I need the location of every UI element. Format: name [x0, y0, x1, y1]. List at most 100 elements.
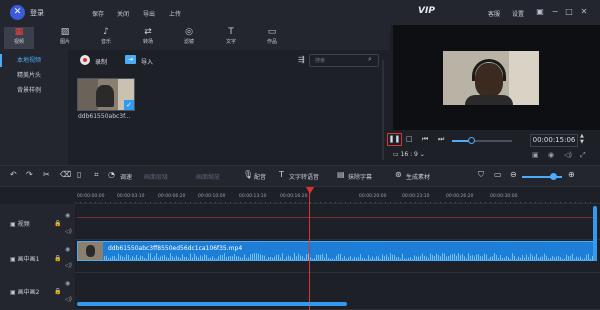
- waveform-bar: [228, 256, 229, 260]
- fullscreen-icon[interactable]: ⤢: [580, 151, 586, 160]
- video-track[interactable]: [75, 204, 600, 240]
- redo-icon[interactable]: ↷: [26, 170, 33, 179]
- tab-text[interactable]: T 文字: [216, 27, 246, 49]
- waveform-bar: [546, 255, 547, 260]
- playhead[interactable]: [309, 188, 310, 310]
- undo-icon[interactable]: ↶: [10, 170, 17, 179]
- waveform-bar: [330, 258, 331, 260]
- login-link[interactable]: 登录: [30, 8, 44, 18]
- waveform-bar: [574, 258, 575, 260]
- eye-icon[interactable]: ◉: [65, 212, 70, 219]
- menu-save[interactable]: 保存: [92, 9, 104, 18]
- remove-subtitle-button[interactable]: 抹除字幕: [348, 172, 372, 181]
- maximize-icon[interactable]: □: [564, 7, 574, 17]
- tab-filter[interactable]: ◎ 滤镜: [174, 27, 204, 49]
- zoom-button[interactable]: 画面缩放: [196, 172, 220, 181]
- next-frame-icon[interactable]: ⏭: [438, 135, 444, 144]
- waveform-bar: [124, 257, 125, 260]
- waveform-bar: [248, 257, 249, 260]
- generate-material-button[interactable]: 生成素材: [406, 172, 430, 181]
- screen-icon[interactable]: ▣: [532, 151, 539, 159]
- record-button[interactable]: 录制: [95, 57, 107, 66]
- zoom-out-icon[interactable]: ⊖: [510, 170, 517, 179]
- crop-icon[interactable]: ⌗: [94, 170, 99, 180]
- time-stepper-icon[interactable]: ▲ ▼: [580, 133, 584, 145]
- menu-upload[interactable]: 上传: [169, 9, 181, 18]
- restore-icon[interactable]: ▣: [535, 7, 545, 17]
- sidebar-item-backgrounds[interactable]: 背景样例: [0, 84, 68, 97]
- pause-button[interactable]: ❚❚: [387, 133, 402, 146]
- delete-icon[interactable]: ⌫: [60, 170, 71, 179]
- tab-image[interactable]: ▨ 图片: [50, 27, 80, 49]
- zoom-in-icon[interactable]: ⊕: [568, 170, 575, 179]
- waveform-bar: [214, 258, 215, 260]
- layer-order-button[interactable]: 画面层级: [144, 172, 168, 181]
- tts-icon[interactable]: T: [279, 170, 284, 179]
- menu-close[interactable]: 关闭: [117, 9, 129, 18]
- checkmark-icon[interactable]: ✓: [124, 100, 134, 110]
- waveform-bar: [252, 253, 253, 260]
- lock-icon[interactable]: 🔒: [54, 220, 61, 227]
- waveform-bar: [436, 253, 437, 260]
- timeline-vertical-scrollbar[interactable]: [593, 206, 597, 261]
- snapshot-icon[interactable]: ◉: [548, 151, 554, 159]
- speed-button[interactable]: 调速: [120, 172, 132, 181]
- help-link[interactable]: 客服: [488, 9, 500, 18]
- tab-transition[interactable]: ⇄ 转场: [133, 27, 163, 49]
- playhead-handle[interactable]: [306, 187, 314, 194]
- sort-icon[interactable]: ⇶: [298, 55, 305, 64]
- speaker-icon[interactable]: ◁): [65, 262, 72, 269]
- shield-icon[interactable]: ⛉: [478, 170, 484, 180]
- minimize-icon[interactable]: −: [550, 7, 560, 17]
- waveform-bar: [542, 256, 543, 260]
- vip-badge[interactable]: VIP: [418, 6, 435, 16]
- close-icon[interactable]: ✕: [579, 7, 589, 17]
- timeline-zoom-handle[interactable]: [550, 173, 557, 180]
- microphone-icon[interactable]: 🎙: [243, 170, 253, 179]
- waveform-bar: [180, 258, 181, 260]
- lock-icon[interactable]: 🔒: [54, 288, 61, 295]
- speed-icon[interactable]: ◔: [108, 170, 115, 179]
- tab-music[interactable]: ♪ 音乐: [91, 27, 121, 49]
- sidebar-item-intros[interactable]: 精美片头: [0, 69, 68, 82]
- media-scrollbar[interactable]: [382, 60, 384, 160]
- volume-slider-handle[interactable]: [468, 137, 475, 144]
- eye-icon[interactable]: ◉: [65, 246, 70, 253]
- menu-export[interactable]: 导出: [143, 9, 155, 18]
- waveform-bar: [280, 257, 281, 260]
- waveform-bar: [402, 253, 403, 260]
- current-time[interactable]: 00:00:15:06: [530, 134, 578, 147]
- waveform-bar: [190, 253, 191, 260]
- aspect-ratio-select[interactable]: ▭ 16 : 9 ⌄: [393, 151, 425, 158]
- text-to-speech-button[interactable]: 文字转语音: [289, 172, 319, 181]
- search-icon[interactable]: ⌕: [368, 55, 372, 64]
- import-icon[interactable]: ⇥: [125, 55, 136, 64]
- waveform-bar: [540, 256, 541, 260]
- fit-icon[interactable]: ▭: [494, 170, 502, 179]
- waveform-bar: [556, 256, 557, 260]
- waveform-bar: [456, 255, 457, 260]
- speaker-icon[interactable]: ◁): [564, 151, 572, 159]
- tab-video[interactable]: ▦ 视频: [4, 27, 34, 49]
- cut-icon[interactable]: ✂: [43, 170, 50, 179]
- waveform-bar: [164, 254, 165, 260]
- speaker-icon[interactable]: ◁): [65, 296, 72, 303]
- import-button[interactable]: 导入: [141, 57, 153, 66]
- lock-icon[interactable]: 🔒: [54, 255, 61, 262]
- waveform-bar: [566, 254, 567, 260]
- volume-slider-track[interactable]: [472, 140, 512, 142]
- speaker-icon[interactable]: ◁): [65, 228, 72, 235]
- subtitle-icon[interactable]: ▤: [337, 170, 345, 179]
- generate-icon[interactable]: ⊛: [395, 170, 402, 179]
- record-icon[interactable]: [80, 55, 90, 65]
- previous-frame-icon[interactable]: ⏮: [422, 135, 428, 144]
- tab-label: 音乐: [100, 39, 111, 45]
- tab-works[interactable]: ▭ 作品: [257, 27, 287, 49]
- eye-icon[interactable]: ◉: [65, 280, 70, 287]
- settings-link[interactable]: 设置: [512, 9, 524, 18]
- timeline-horizontal-scrollbar[interactable]: [77, 302, 347, 306]
- dub-button[interactable]: 配音: [254, 172, 266, 181]
- split-icon[interactable]: ▯: [77, 170, 81, 179]
- sidebar-item-local-video[interactable]: 本地视频: [0, 54, 68, 67]
- stop-icon[interactable]: □: [406, 135, 413, 143]
